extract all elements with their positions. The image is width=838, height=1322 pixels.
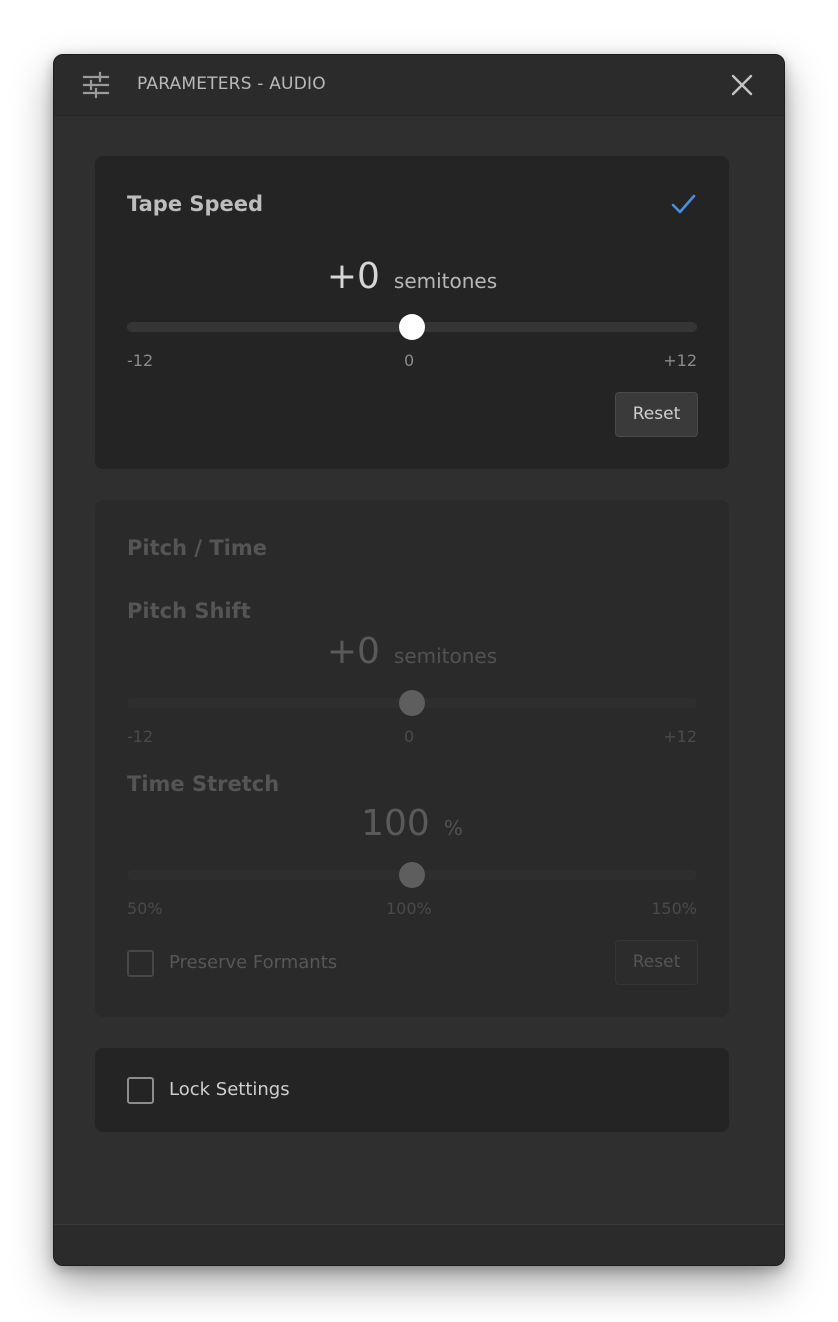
time-stretch-tick-max: 150% xyxy=(651,899,697,918)
preserve-formants-checkbox[interactable] xyxy=(127,950,154,977)
pitch-shift-tick-max: +12 xyxy=(663,727,697,746)
time-stretch-label: Time Stretch xyxy=(127,772,280,796)
tape-speed-reset-button[interactable]: Reset xyxy=(615,392,698,437)
time-stretch-slider-thumb[interactable] xyxy=(399,862,425,888)
time-stretch-value: 100 xyxy=(361,803,430,844)
preserve-formants-label: Preserve Formants xyxy=(169,952,338,973)
tape-speed-unit: semitones xyxy=(393,269,498,293)
lock-settings-checkbox[interactable] xyxy=(127,1077,154,1104)
parameters-audio-window: PARAMETERS - AUDIO Tape Speed +0 semitone… xyxy=(53,54,785,1266)
tape-speed-slider-thumb[interactable] xyxy=(399,314,425,340)
pitch-shift-slider[interactable] xyxy=(127,690,697,716)
pitch-shift-value: +0 xyxy=(326,631,380,672)
pitch-shift-value-display: +0 semitones xyxy=(95,631,729,672)
tape-speed-value: +0 xyxy=(326,256,380,297)
checkmark-icon[interactable] xyxy=(669,190,697,218)
lock-settings-label: Lock Settings xyxy=(169,1079,290,1100)
pitch-shift-label: Pitch Shift xyxy=(127,599,251,623)
sliders-icon xyxy=(82,71,110,99)
time-stretch-tick-min: 50% xyxy=(127,899,163,918)
time-stretch-slider[interactable] xyxy=(127,862,697,888)
tape-speed-slider[interactable] xyxy=(127,314,697,340)
pitch-shift-tick-min: -12 xyxy=(127,727,154,746)
window-footer xyxy=(54,1224,784,1265)
tape-speed-value-display: +0 semitones xyxy=(95,256,729,297)
window-title: PARAMETERS - AUDIO xyxy=(137,74,326,94)
title-bar: PARAMETERS - AUDIO xyxy=(54,55,784,116)
pitch-time-card: Pitch / Time Pitch Shift +0 semitones -12… xyxy=(95,500,729,1017)
time-stretch-unit: % xyxy=(443,816,463,840)
close-icon[interactable] xyxy=(726,69,758,101)
time-stretch-value-display: 100% xyxy=(95,803,729,844)
tape-speed-title: Tape Speed xyxy=(127,192,264,216)
time-stretch-tick-mid: 100% xyxy=(386,899,432,918)
lock-settings-card: Lock Settings xyxy=(95,1048,729,1132)
pitch-shift-tick-mid: 0 xyxy=(404,727,415,746)
pitch-shift-slider-thumb[interactable] xyxy=(399,690,425,716)
pitch-shift-unit: semitones xyxy=(393,644,498,668)
pitch-time-title: Pitch / Time xyxy=(127,536,267,560)
tape-speed-tick-mid: 0 xyxy=(404,351,415,370)
tape-speed-tick-max: +12 xyxy=(663,351,697,370)
tape-speed-tick-min: -12 xyxy=(127,351,154,370)
pitch-time-reset-button[interactable]: Reset xyxy=(615,940,698,985)
tape-speed-card: Tape Speed +0 semitones -12 0 +12 Reset xyxy=(95,156,729,469)
